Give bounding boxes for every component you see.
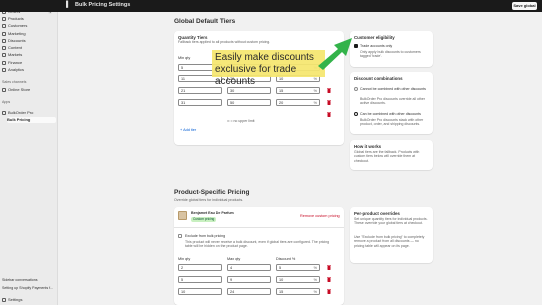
- global-tiers-title: Global Default Tiers: [174, 18, 236, 25]
- product-tier-max-input[interactable]: 24: [227, 288, 271, 295]
- exclude-bulk-pricing-label[interactable]: Exclude from bulk pricing: [185, 234, 225, 238]
- trade-accounts-label[interactable]: Trade accounts only: [360, 44, 392, 48]
- customer-eligibility-card: Customer eligibility Trade accounts only…: [350, 31, 433, 67]
- product-tier-max-input[interactable]: 4: [227, 264, 271, 271]
- sidebar-item-products[interactable]: Products: [2, 16, 56, 22]
- tag-icon: [2, 17, 6, 21]
- sidebar-item-discounts[interactable]: Discounts: [2, 38, 56, 44]
- sidebar-item-bulkorder-pro[interactable]: BulkOrder Pro: [2, 110, 56, 116]
- product-tier-max-input[interactable]: 9: [227, 276, 271, 283]
- no-upper-limit-hint: ∞ = no upper limit: [227, 119, 255, 123]
- sidebar-item-bulk-pricing[interactable]: Bulk Pricing: [7, 117, 56, 123]
- discount-icon: [2, 39, 6, 43]
- delete-tier-icon[interactable]: [327, 265, 331, 270]
- sidebar-item-marketing[interactable]: Marketing: [2, 31, 56, 37]
- how-it-works-card: How it works Global tiers are the fallba…: [350, 140, 433, 170]
- can-combine-label[interactable]: Can be combined with other discounts: [360, 112, 430, 116]
- discount-label: Discount %: [276, 257, 296, 261]
- delete-tier-icon[interactable]: [327, 100, 331, 105]
- person-icon: [2, 24, 6, 28]
- cannot-combine-radio[interactable]: [354, 87, 358, 91]
- discount-combinations-title: Discount combinations: [354, 76, 403, 81]
- can-combine-radio[interactable]: [354, 112, 358, 116]
- tier-discount-input[interactable]: 15%: [276, 87, 320, 94]
- back-arrow-icon[interactable]: ▌: [66, 2, 70, 9]
- trade-accounts-checkbox[interactable]: [354, 44, 358, 48]
- annotation-arrow-icon: [318, 38, 352, 70]
- per-product-overrides-text1: Set unique quantity tiers for individual…: [354, 217, 428, 226]
- tier-min-input[interactable]: 21: [178, 87, 222, 94]
- tier-discount-input[interactable]: 20%: [276, 99, 320, 106]
- sidebar-item-online-store[interactable]: Online Store: [2, 87, 56, 93]
- exclude-bulk-pricing-help: This product will never receive a bulk d…: [185, 240, 330, 249]
- save-global-button[interactable]: Save global: [512, 2, 537, 10]
- top-bar: ▌ Bulk Pricing Settings Save global: [0, 0, 542, 12]
- product-pricing-card: Benjamet Eau De Parfum Custom pricing Re…: [174, 207, 344, 305]
- content-icon: [2, 46, 6, 50]
- product-tier-min-input[interactable]: 2: [178, 264, 222, 271]
- tier-min-input[interactable]: 31: [178, 99, 222, 106]
- product-tier-discount-input[interactable]: 5%: [276, 264, 320, 271]
- trade-accounts-help: Only apply bulk discounts to customers t…: [360, 50, 421, 59]
- min-qty-label: Min qty: [178, 257, 191, 261]
- sidebar-item-analytics[interactable]: Analytics: [2, 67, 56, 73]
- sidebar-item-content[interactable]: Content: [2, 45, 56, 51]
- divider: [174, 227, 344, 228]
- discount-combinations-card: Discount combinations Cannot be combined…: [350, 72, 433, 134]
- setting-up-payments-link[interactable]: Setting up Shopify Payments f...: [2, 286, 53, 290]
- app-icon: [2, 111, 6, 115]
- product-name: Benjamet Eau De Parfum: [191, 211, 234, 215]
- bank-icon: [2, 61, 6, 65]
- product-pricing-title: Product-Specific Pricing: [174, 189, 250, 196]
- cannot-combine-label[interactable]: Cannot be combined with other discounts: [360, 87, 430, 91]
- can-combine-help: BulkOrder Pro discounts stack with other…: [360, 118, 424, 127]
- per-product-overrides-title: Per-product overrides: [354, 211, 400, 216]
- how-it-works-title: How it works: [354, 144, 382, 149]
- min-qty-label: Min qty: [178, 56, 191, 60]
- sales-channels-heading[interactable]: Sales channels: [2, 80, 26, 84]
- gear-icon: [2, 298, 6, 302]
- sidebar-item-markets[interactable]: Markets: [2, 52, 56, 58]
- product-tier-discount-input[interactable]: 10%: [276, 276, 320, 283]
- remove-custom-pricing-link[interactable]: Remove custom pricing: [300, 214, 340, 218]
- max-qty-label: Max qty: [227, 257, 241, 261]
- cannot-combine-help: BulkOrder Pro discounts override all oth…: [360, 97, 425, 106]
- customer-eligibility-title: Customer eligibility: [354, 35, 395, 40]
- store-icon: [2, 88, 6, 92]
- add-tier-button[interactable]: + Add tier: [180, 128, 196, 132]
- delete-tier-icon[interactable]: [327, 277, 331, 282]
- delete-tier-icon[interactable]: [327, 289, 331, 294]
- exclude-bulk-pricing-checkbox[interactable]: [178, 234, 182, 238]
- sidebar-item-settings[interactable]: Settings: [2, 297, 56, 303]
- target-icon: [2, 32, 6, 36]
- product-tier-discount-input[interactable]: 15%: [276, 288, 320, 295]
- delete-tier-icon[interactable]: [327, 112, 331, 117]
- custom-pricing-badge: Custom pricing: [191, 217, 217, 222]
- product-tier-min-input[interactable]: 10: [178, 288, 222, 295]
- per-product-overrides-text2: Use "Exclude from bulk pricing" to compl…: [354, 235, 425, 248]
- tier-max-input[interactable]: 30: [227, 87, 271, 94]
- tier-max-input[interactable]: 50: [227, 99, 271, 106]
- apps-heading[interactable]: Apps: [2, 100, 10, 104]
- how-it-works-text: Global tiers are the fallback. Products …: [354, 150, 420, 163]
- sidebar-item-customers[interactable]: Customers: [2, 23, 56, 29]
- quantity-tiers-subtitle: Fallback tiers applied to all products w…: [178, 40, 271, 44]
- page-title: Bulk Pricing Settings: [75, 2, 131, 8]
- per-product-overrides-card: Per-product overrides Set unique quantit…: [350, 207, 433, 263]
- product-tier-min-input[interactable]: 5: [178, 276, 222, 283]
- annotation-text: Easily make discounts exclusive for trad…: [215, 52, 314, 87]
- delete-tier-icon[interactable]: [327, 88, 331, 93]
- sidebar-conversations[interactable]: Sidebar conversations: [2, 278, 38, 282]
- product-pricing-subtitle: Override global tiers for individual pro…: [174, 198, 244, 202]
- product-thumbnail: [178, 211, 187, 220]
- sidebar-item-finance[interactable]: Finance: [2, 60, 56, 66]
- sidebar: Home Orders1 Products Customers Marketin…: [0, 0, 58, 305]
- chart-icon: [2, 68, 6, 72]
- globe-icon: [2, 53, 6, 57]
